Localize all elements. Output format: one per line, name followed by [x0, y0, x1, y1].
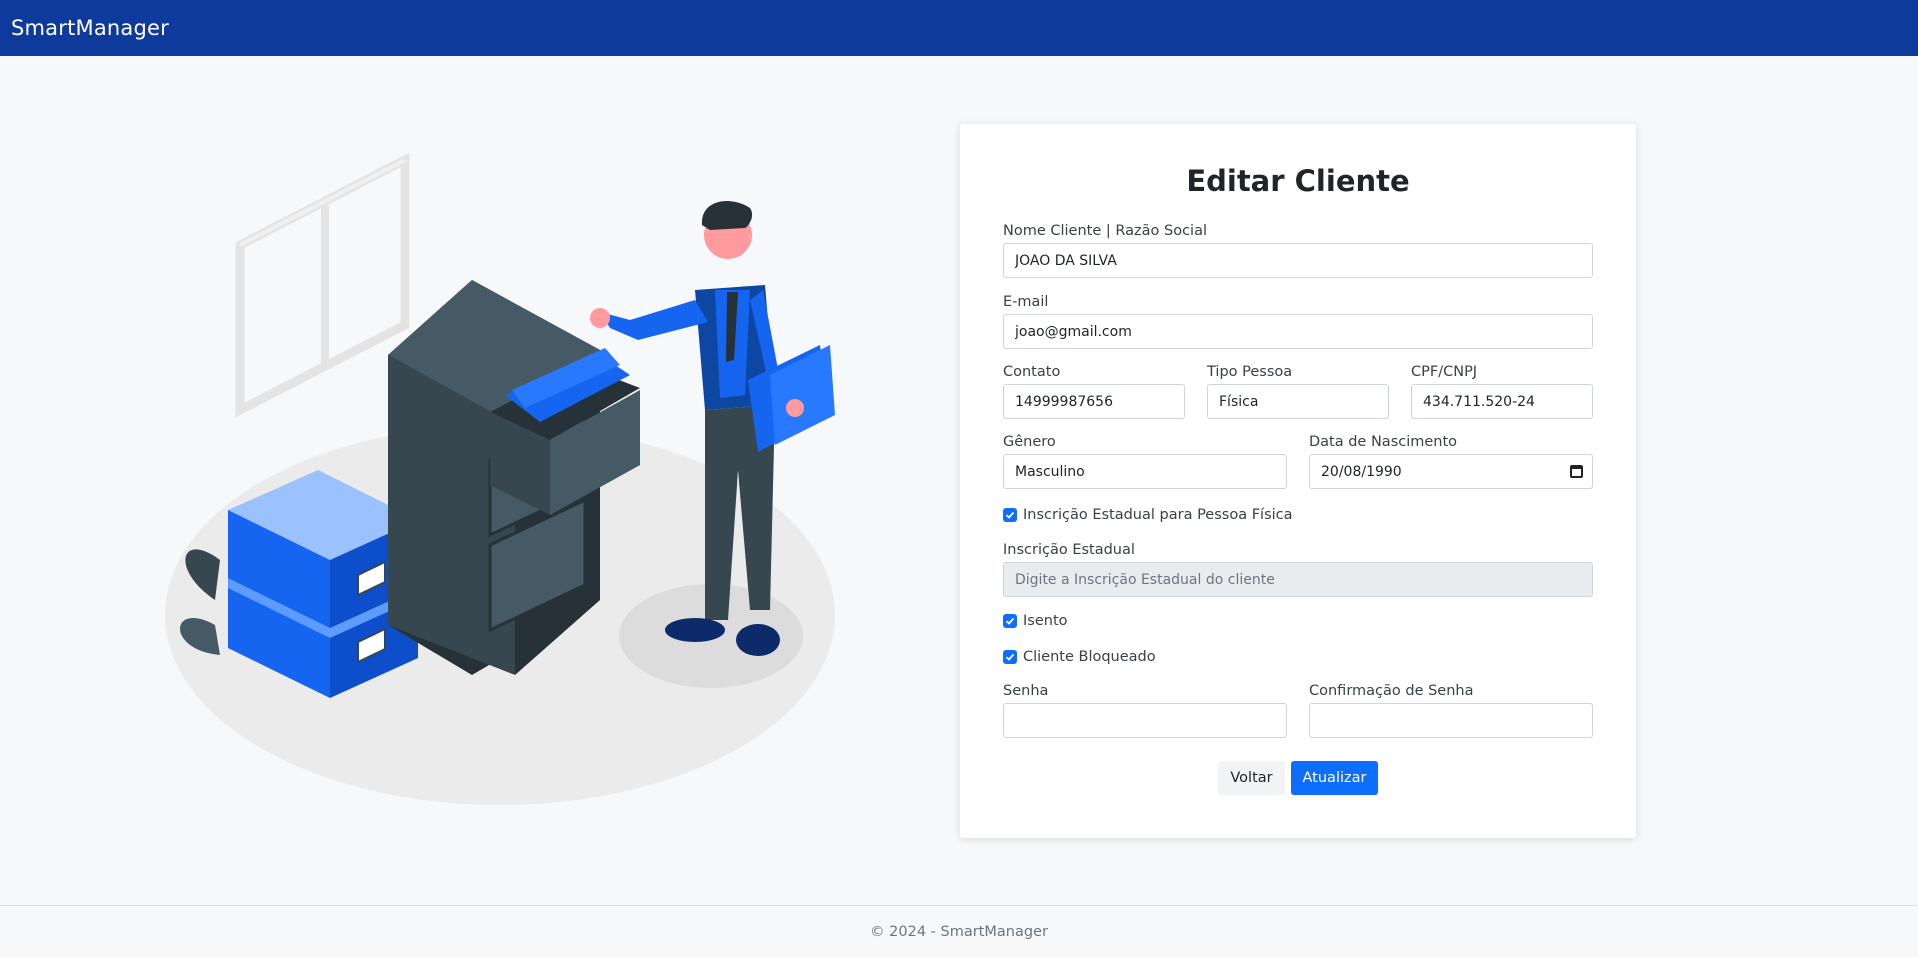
nome-label: Nome Cliente | Razão Social — [1003, 223, 1207, 239]
atualizar-button[interactable]: Atualizar — [1291, 761, 1378, 795]
genero-input[interactable] — [1003, 454, 1287, 489]
inscricao-estadual-field: Inscrição Estadual — [1003, 542, 1593, 597]
cpf-cnpj-label: CPF/CNPJ — [1411, 364, 1478, 380]
footer: © 2024 - SmartManager — [0, 905, 1918, 957]
isento-label: Isento — [1023, 613, 1068, 629]
footer-copyright: © 2024 - SmartManager — [870, 923, 1048, 940]
calendar-icon[interactable] — [1570, 465, 1583, 478]
check-icon — [1005, 617, 1015, 625]
email-label: E-mail — [1003, 294, 1049, 310]
tipo-pessoa-field: Tipo Pessoa — [1207, 364, 1389, 419]
tipo-pessoa-input[interactable] — [1207, 384, 1389, 419]
inscricao-estadual-input[interactable] — [1003, 562, 1593, 597]
page-title: Editar Cliente — [1186, 164, 1410, 198]
date-input-wrapper — [1309, 454, 1593, 489]
bloqueado-checkbox[interactable] — [1003, 650, 1017, 664]
email-field: E-mail — [1003, 294, 1593, 349]
contato-label: Contato — [1003, 364, 1061, 380]
confirmacao-senha-label: Confirmação de Senha — [1309, 683, 1474, 699]
isento-checkbox-row: Isento — [1003, 613, 1068, 629]
confirmacao-senha-input[interactable] — [1309, 703, 1593, 738]
inscricao-estadual-label: Inscrição Estadual — [1003, 542, 1135, 558]
filing-cabinet-illustration — [160, 150, 850, 830]
bloqueado-label: Cliente Bloqueado — [1023, 649, 1156, 665]
contato-input[interactable] — [1003, 384, 1185, 419]
check-icon — [1005, 511, 1015, 519]
data-nascimento-label: Data de Nascimento — [1309, 434, 1458, 450]
nome-field: Nome Cliente | Razão Social — [1003, 223, 1593, 278]
genero-label: Gênero — [1003, 434, 1056, 450]
ie-pessoa-fisica-label: Inscrição Estadual para Pessoa Física — [1023, 507, 1293, 523]
confirmacao-senha-field: Confirmação de Senha — [1309, 683, 1593, 738]
ie-pessoa-fisica-checkbox-row: Inscrição Estadual para Pessoa Física — [1003, 507, 1293, 523]
senha-field: Senha — [1003, 683, 1287, 738]
ie-pessoa-fisica-checkbox[interactable] — [1003, 508, 1017, 522]
cpf-cnpj-input[interactable] — [1411, 384, 1593, 419]
navbar: SmartManager — [0, 0, 1918, 56]
edit-client-card: Editar Cliente Nome Cliente | Razão Soci… — [960, 124, 1636, 838]
senha-input[interactable] — [1003, 703, 1287, 738]
email-input[interactable] — [1003, 314, 1593, 349]
cpf-cnpj-field: CPF/CNPJ — [1411, 364, 1593, 419]
voltar-button[interactable]: Voltar — [1218, 761, 1285, 795]
genero-field: Gênero — [1003, 434, 1287, 489]
tipo-pessoa-label: Tipo Pessoa — [1207, 364, 1293, 380]
nome-input[interactable] — [1003, 243, 1593, 278]
bloqueado-checkbox-row: Cliente Bloqueado — [1003, 649, 1156, 665]
brand-link[interactable]: SmartManager — [11, 16, 169, 40]
data-nascimento-field: Data de Nascimento — [1309, 434, 1593, 489]
contato-field: Contato — [1003, 364, 1185, 419]
senha-label: Senha — [1003, 683, 1049, 699]
check-icon — [1005, 653, 1015, 661]
isento-checkbox[interactable] — [1003, 614, 1017, 628]
data-nascimento-input[interactable] — [1309, 454, 1593, 489]
